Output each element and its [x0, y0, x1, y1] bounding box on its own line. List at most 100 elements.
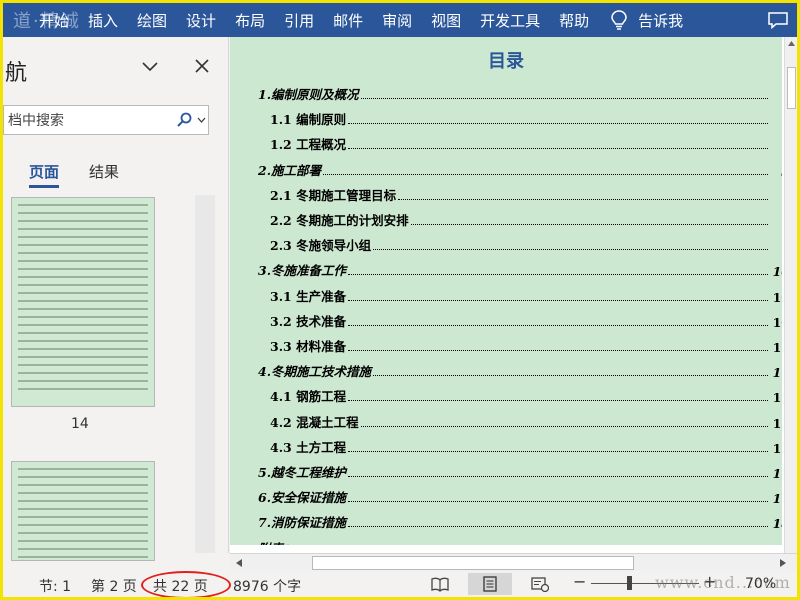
nav-search-input[interactable]: 档中搜索 — [3, 105, 209, 135]
toc-entry-page: 11 — [772, 340, 782, 355]
tab-results[interactable]: 结果 — [89, 161, 119, 182]
print-layout-icon[interactable] — [482, 576, 498, 592]
chevron-down-icon[interactable] — [197, 117, 206, 123]
navigation-pane: 航 档中搜索 页面 结果 14 — [3, 37, 229, 561]
web-layout-icon[interactable] — [531, 576, 549, 592]
toc-entry-text: 3.1 生产准备 — [270, 288, 347, 304]
toc-entry-text: 4.冬期施工技术措施 — [258, 364, 372, 380]
toc-entry[interactable]: 2.1 冬期施工管理目标 3 — [230, 182, 782, 204]
zoom-out-icon[interactable]: − — [573, 572, 586, 591]
zoom-level[interactable]: 70% — [745, 576, 776, 592]
toc-entry[interactable]: 1.2 工程概况 2 — [230, 131, 782, 153]
tell-me-search[interactable]: 告诉我 — [638, 10, 683, 31]
toc-entry-page: 11 — [772, 365, 782, 381]
status-section[interactable]: 节: 1 — [39, 576, 71, 596]
toc-dot-leader — [373, 375, 768, 377]
page-thumbnail-14[interactable] — [11, 197, 155, 407]
toc-entry[interactable]: 4.2 混凝土工程 12 — [230, 409, 782, 431]
page-thumbnail-15[interactable] — [11, 461, 155, 561]
toc-entry[interactable]: 3.2 技术准备 10 — [230, 308, 782, 330]
toc-entry-page: 1 — [770, 88, 782, 103]
menu-view[interactable]: 视图 — [431, 10, 461, 31]
scroll-left-icon[interactable] — [234, 558, 244, 568]
thumbnail-page-number: 14 — [71, 416, 89, 432]
menu-layout[interactable]: 布局 — [235, 10, 265, 31]
status-word-count[interactable]: 8976 个字 — [233, 576, 301, 596]
toc-entry[interactable]: 2.2 冬期施工的计划安排 3 — [230, 207, 782, 229]
toc-entry[interactable]: 附表： 20 — [230, 535, 782, 545]
toc-entry-text: 3.冬施准备工作 — [258, 263, 347, 279]
zoom-slider-thumb[interactable] — [627, 576, 632, 590]
scroll-up-icon[interactable] — [787, 39, 796, 48]
toc-dot-leader — [348, 450, 768, 452]
toc-entry[interactable]: 4.冬期施工技术措施 11 — [230, 358, 782, 380]
toc-entry-text: 2.施工部署 — [258, 162, 322, 178]
menu-design[interactable]: 设计 — [186, 10, 216, 31]
toc-entry-page: 17 — [772, 491, 782, 507]
scrollbar-thumb[interactable] — [787, 67, 796, 109]
horizontal-scrollbar[interactable] — [230, 553, 797, 571]
vertical-scrollbar[interactable] — [784, 37, 797, 553]
tab-pages[interactable]: 页面 — [29, 161, 59, 182]
toc-entry[interactable]: 2.3 冬施领导小组 3 — [230, 232, 782, 254]
active-tab-indicator — [29, 185, 59, 188]
highlight-circle — [141, 571, 231, 597]
menu-references[interactable]: 引用 — [284, 10, 314, 31]
toc-entry-page: 10 — [772, 289, 782, 305]
lightbulb-icon[interactable] — [608, 9, 630, 31]
toc-entry[interactable]: 2.施工部署 3 — [230, 157, 782, 179]
toc-dot-leader — [348, 299, 768, 301]
toc-entry-text: 3.2 技术准备 — [270, 313, 347, 329]
toc-dot-leader — [360, 98, 768, 99]
toc-entry-page: 10 — [772, 264, 782, 280]
comment-icon[interactable] — [767, 11, 789, 29]
toc-entry[interactable]: 4.1 钢筋工程 11 — [230, 383, 782, 405]
toc-entry-page: 3 — [770, 239, 782, 254]
document-area: 目录 1.编制原则及概况11.1 编制原则11.2 工程概况22.施工部署32.… — [230, 37, 797, 553]
toc-entry[interactable]: 1.1 编制原则 1 — [230, 106, 782, 128]
toc-entry[interactable]: 3.1 生产准备 10 — [230, 283, 782, 305]
toc-entry-text: 1.2 工程概况 — [270, 137, 347, 153]
nav-pane-title: 航 — [5, 61, 28, 86]
toc-title: 目录 — [488, 51, 524, 72]
toc-entry[interactable]: 1.编制原则及概况 1 — [230, 81, 782, 103]
menu-mailings[interactable]: 邮件 — [333, 10, 363, 31]
read-mode-icon[interactable] — [431, 576, 449, 592]
toc-entry-page: 3 — [770, 214, 782, 229]
toc-entry[interactable]: 6.安全保证措施 17 — [230, 484, 782, 506]
toc-entry-text: 1.编制原则及概况 — [258, 87, 359, 102]
toc-entry[interactable]: 5.越冬工程维护 17 — [230, 459, 782, 481]
toc-entry-text: 2.2 冬期施工的计划安排 — [270, 213, 409, 228]
toc-entry-page: 20 — [770, 542, 782, 545]
menu-review[interactable]: 审阅 — [382, 10, 412, 31]
scroll-right-icon[interactable] — [778, 558, 788, 568]
toc-entry[interactable]: 3.3 材料准备 11 — [230, 333, 782, 355]
toc-dot-leader — [323, 173, 768, 175]
scrollbar-thumb[interactable] — [312, 556, 634, 570]
toc-dot-leader — [348, 123, 768, 125]
chevron-down-icon[interactable] — [141, 61, 159, 73]
toc-entry-page: 11 — [772, 390, 782, 406]
document-page[interactable]: 目录 1.编制原则及概况11.1 编制原则11.2 工程概况22.施工部署32.… — [230, 37, 782, 545]
toc-entry-page: 12 — [772, 415, 782, 431]
toc-entry[interactable]: 4.3 土方工程 15 — [230, 434, 782, 456]
status-page[interactable]: 第 2 页 — [91, 576, 137, 596]
toc-entry-page: 3 — [770, 189, 782, 204]
ribbon-menu-bar: 道·精诚 开始 插入 绘图 设计 布局 引用 邮件 审阅 视图 开发工具 帮助 … — [3, 3, 797, 37]
toc-entry-text: 4.1 钢筋工程 — [270, 389, 347, 405]
toc-dot-leader — [348, 148, 768, 150]
menu-insert[interactable]: 插入 — [88, 10, 118, 31]
toc-dot-leader — [348, 350, 768, 351]
toc-entry-page: 3 — [770, 164, 782, 179]
toc-entry-text: 4.3 土方工程 — [270, 439, 347, 455]
nav-scrollbar[interactable] — [195, 195, 215, 553]
close-icon[interactable] — [195, 59, 209, 73]
menu-help[interactable]: 帮助 — [559, 10, 589, 31]
menu-developer[interactable]: 开发工具 — [480, 10, 540, 31]
toc-entry[interactable]: 3.冬施准备工作 10 — [230, 257, 782, 279]
search-icon[interactable] — [176, 112, 192, 128]
toc-entry-text: 3.3 材料准备 — [270, 339, 347, 354]
toc-entry[interactable]: 7.消防保证措施 18 — [230, 509, 782, 531]
menu-draw[interactable]: 绘图 — [137, 10, 167, 31]
toc-entry-page: 10 — [772, 314, 782, 330]
